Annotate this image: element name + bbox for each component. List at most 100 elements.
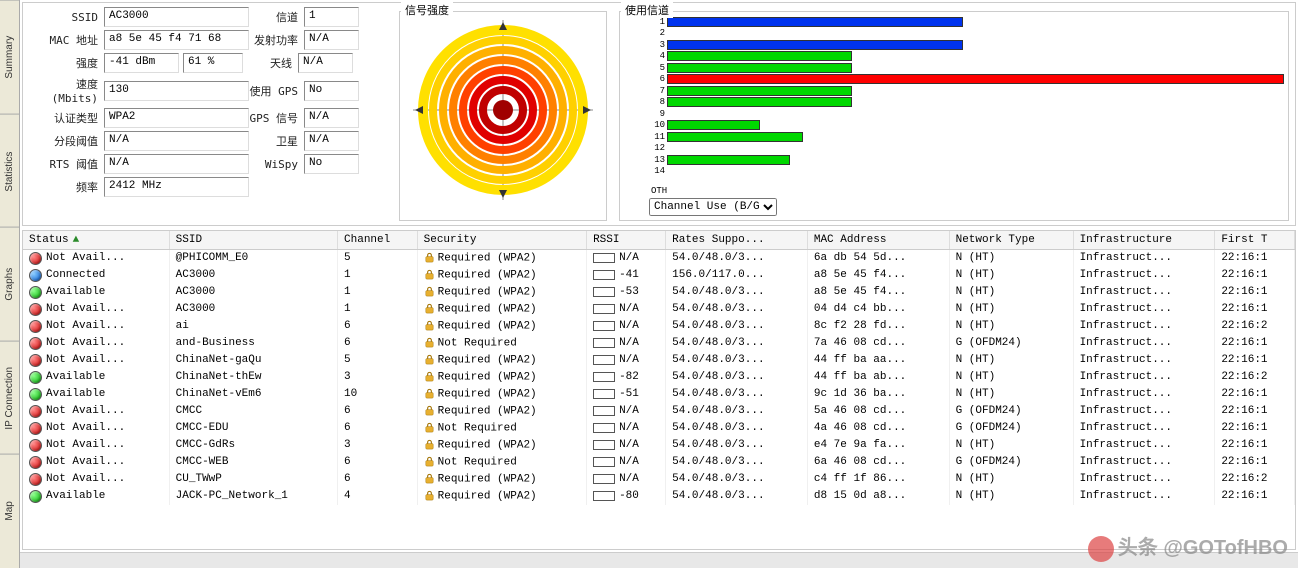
rssi-bar-icon — [593, 338, 615, 348]
lock-icon — [424, 422, 438, 434]
channel-cell: 1 — [338, 267, 418, 284]
col-header[interactable]: First T — [1215, 231, 1295, 250]
channel-row: 3 — [649, 39, 1284, 51]
table-row[interactable]: AvailableJACK-PC_Network_14Required (WPA… — [23, 488, 1295, 505]
ssid-cell: @PHICOMM_E0 — [169, 250, 337, 267]
mac-cell: 9c 1d 36 ba... — [807, 386, 949, 403]
channel-cell: 4 — [338, 488, 418, 505]
lock-icon — [424, 252, 438, 264]
rssi-bar-icon — [593, 270, 615, 280]
channel-cell: 6 — [338, 454, 418, 471]
table-row[interactable]: Not Avail...ChinaNet-gaQu5Required (WPA2… — [23, 352, 1295, 369]
col-header[interactable]: Network Type — [949, 231, 1073, 250]
security-cell: Required (WPA2) — [417, 488, 586, 505]
rates-cell: 156.0/117.0... — [666, 267, 808, 284]
rssi-bar-icon — [593, 440, 615, 450]
channel-row: 4 — [649, 51, 1284, 63]
security-cell: Not Required — [417, 420, 586, 437]
channel-row: 7 — [649, 85, 1284, 97]
channel-cell: 6 — [338, 420, 418, 437]
status-text: Not Avail... — [46, 456, 125, 468]
lock-icon — [424, 303, 438, 315]
ssid-value: AC3000 — [104, 7, 249, 27]
channel-row: 13 — [649, 154, 1284, 166]
rssi-bar-icon — [593, 406, 615, 416]
channel-row: 10 — [649, 120, 1284, 132]
col-header[interactable]: RSSI — [587, 231, 666, 250]
use-gps-label: 使用 GPS — [249, 83, 304, 99]
tab-map[interactable]: Map — [0, 454, 19, 568]
rssi-bar-icon — [593, 423, 615, 433]
col-header[interactable]: Security — [417, 231, 586, 250]
lock-icon — [424, 269, 438, 281]
ssid-cell: CMCC — [169, 403, 337, 420]
table-row[interactable]: Not Avail...CMCC6Required (WPA2)N/A54.0/… — [23, 403, 1295, 420]
table-row[interactable]: Not Avail...AC30001Required (WPA2)N/A54.… — [23, 301, 1295, 318]
table-row[interactable]: Not Avail...and-Business6Not RequiredN/A… — [23, 335, 1295, 352]
channel-row: 2 — [649, 28, 1284, 40]
table-row[interactable]: Not Avail...CMCC-GdRs3Required (WPA2)N/A… — [23, 437, 1295, 454]
signal-radar-icon — [413, 20, 593, 200]
nettype-cell: N (HT) — [949, 386, 1073, 403]
rssi-text: N/A — [619, 354, 639, 366]
col-header[interactable]: Channel — [338, 231, 418, 250]
col-header[interactable]: SSID — [169, 231, 337, 250]
table-row[interactable]: Not Avail...CMCC-EDU6Not RequiredN/A54.0… — [23, 420, 1295, 437]
channel-panel: 使用信道 1234567891011121314 OTH Channel Use… — [613, 3, 1295, 225]
status-orb-icon — [29, 439, 42, 452]
rssi-text: -82 — [619, 371, 639, 383]
col-header[interactable]: Status▲ — [23, 231, 169, 250]
first-cell: 22:16:2 — [1215, 369, 1295, 386]
mac-cell: d8 15 0d a8... — [807, 488, 949, 505]
channel-row: 8 — [649, 97, 1284, 109]
col-header[interactable]: Rates Suppo... — [666, 231, 808, 250]
col-header[interactable]: MAC Address — [807, 231, 949, 250]
table-row[interactable]: Not Avail...@PHICOMM_E05Required (WPA2)N… — [23, 250, 1295, 267]
security-cell: Not Required — [417, 454, 586, 471]
col-header[interactable]: Infrastructure — [1073, 231, 1215, 250]
rssi-text: N/A — [619, 337, 639, 349]
channel-title: 使用信道 — [621, 2, 673, 18]
table-row[interactable]: Not Avail...CU_TWwP6Required (WPA2)N/A54… — [23, 471, 1295, 488]
mac-cell: 5a 46 08 cd... — [807, 403, 949, 420]
table-row[interactable]: ConnectedAC30001Required (WPA2)-41156.0/… — [23, 267, 1295, 284]
rates-cell: 54.0/48.0/3... — [666, 403, 808, 420]
first-cell: 22:16:1 — [1215, 488, 1295, 505]
network-table-wrap[interactable]: Status▲SSIDChannelSecurityRSSIRates Supp… — [22, 230, 1296, 550]
status-orb-icon — [29, 269, 42, 282]
ssid-cell: CMCC-WEB — [169, 454, 337, 471]
table-row[interactable]: AvailableChinaNet-vEm610Required (WPA2)-… — [23, 386, 1295, 403]
rssi-bar-icon — [593, 355, 615, 365]
rssi-text: N/A — [619, 405, 639, 417]
nettype-cell: G (OFDM24) — [949, 420, 1073, 437]
first-cell: 22:16:2 — [1215, 318, 1295, 335]
channel-cell: 10 — [338, 386, 418, 403]
wispy-label: WiSpy — [249, 158, 304, 171]
ssid-cell: ai — [169, 318, 337, 335]
channel-bar — [667, 97, 852, 107]
ssid-cell: ChinaNet-gaQu — [169, 352, 337, 369]
channel-bar — [667, 40, 963, 50]
status-orb-icon — [29, 354, 42, 367]
auth-value: WPA2 — [104, 108, 249, 128]
channel-use-select[interactable]: Channel Use (B/G — [649, 198, 777, 216]
nettype-cell: G (OFDM24) — [949, 454, 1073, 471]
tab-statistics[interactable]: Statistics — [0, 114, 19, 228]
table-row[interactable]: AvailableChinaNet-thEw3Required (WPA2)-8… — [23, 369, 1295, 386]
horizontal-scrollbar[interactable] — [20, 552, 1298, 568]
status-text: Not Avail... — [46, 422, 125, 434]
ssid-cell: ChinaNet-vEm6 — [169, 386, 337, 403]
channel-cell: 3 — [338, 369, 418, 386]
table-row[interactable]: Not Avail...CMCC-WEB6Not RequiredN/A54.0… — [23, 454, 1295, 471]
rssi-bar-icon — [593, 287, 615, 297]
table-row[interactable]: Not Avail...ai6Required (WPA2)N/A54.0/48… — [23, 318, 1295, 335]
rssi-bar-icon — [593, 253, 615, 263]
side-tabs: Summary Statistics Graphs IP Connection … — [0, 0, 20, 568]
security-cell: Required (WPA2) — [417, 250, 586, 267]
tab-summary[interactable]: Summary — [0, 0, 19, 114]
ssid-cell: AC3000 — [169, 301, 337, 318]
first-cell: 22:16:2 — [1215, 471, 1295, 488]
table-row[interactable]: AvailableAC30001Required (WPA2)-5354.0/4… — [23, 284, 1295, 301]
tab-graphs[interactable]: Graphs — [0, 227, 19, 341]
tab-ip-connection[interactable]: IP Connection — [0, 341, 19, 455]
